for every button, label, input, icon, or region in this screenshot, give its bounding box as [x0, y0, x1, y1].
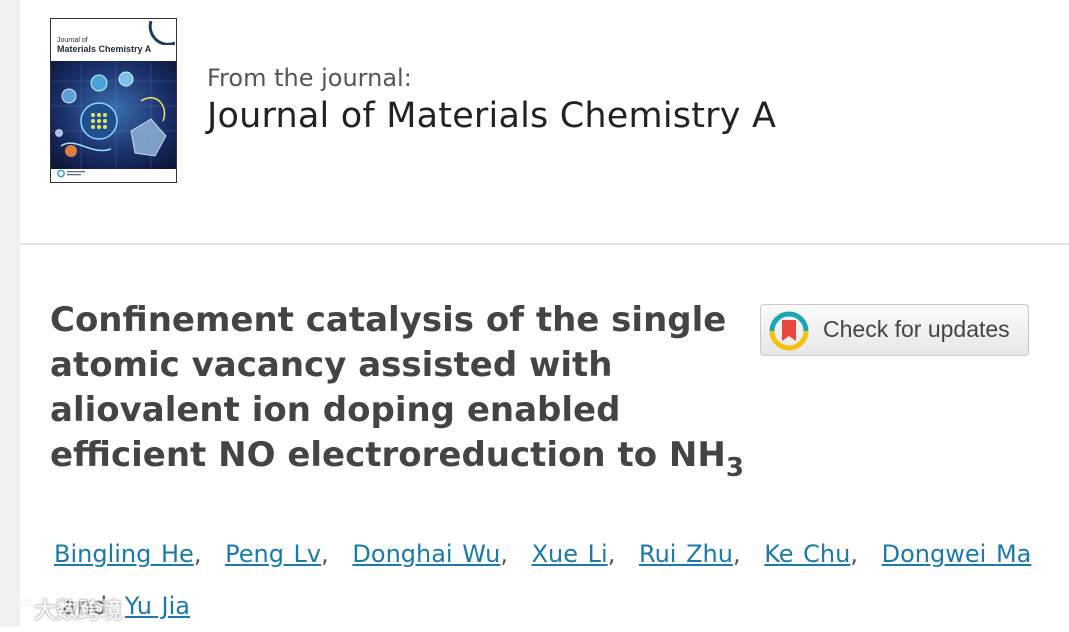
article-title-text: Confinement catalysis of the single atom…	[50, 300, 727, 475]
author-link[interactable]: Bingling He	[54, 540, 194, 568]
watermark-text: 大数跨境	[34, 599, 123, 624]
author-separator: ,	[321, 540, 329, 568]
author-link[interactable]: Peng Lv	[225, 540, 321, 568]
article-title: Confinement catalysis of the single atom…	[50, 298, 750, 483]
journal-cover-image[interactable]: Journal of Materials Chemistry A	[50, 18, 177, 183]
crossmark-icon	[769, 311, 809, 351]
author-separator: ,	[850, 540, 858, 568]
author-link[interactable]: Dongwei Ma	[882, 540, 1032, 568]
publisher-logo	[57, 169, 85, 178]
header-divider	[20, 243, 1069, 245]
check-for-updates-label: Check for updates	[823, 316, 1010, 342]
author-list: Bingling He, Peng Lv, Donghai Wu, Xue Li…	[54, 528, 1044, 632]
author-link[interactable]: Ke Chu	[764, 540, 850, 568]
from-journal-label: From the journal:	[207, 64, 412, 92]
author-separator: ,	[607, 540, 616, 568]
cover-title-small: Journal of	[57, 37, 88, 44]
cover-corner-arc	[148, 21, 175, 45]
author-separator: ,	[500, 540, 508, 568]
watermark: 大数跨境	[6, 592, 146, 624]
check-for-updates-button[interactable]: Check for updates	[760, 304, 1029, 356]
cover-artwork	[51, 61, 176, 169]
author-separator: ,	[193, 540, 202, 568]
article-title-subscript: 3	[725, 453, 744, 483]
author-separator: ,	[732, 540, 741, 568]
journal-title[interactable]: Journal of Materials Chemistry A	[207, 96, 776, 136]
cover-title-main: Materials Chemistry A	[57, 44, 152, 54]
author-link[interactable]: Xue Li	[532, 540, 608, 568]
author-link[interactable]: Rui Zhu	[639, 540, 733, 568]
left-margin-strip	[0, 0, 20, 627]
author-link[interactable]: Donghai Wu	[352, 540, 500, 568]
watermark-logo-icon	[6, 596, 32, 616]
